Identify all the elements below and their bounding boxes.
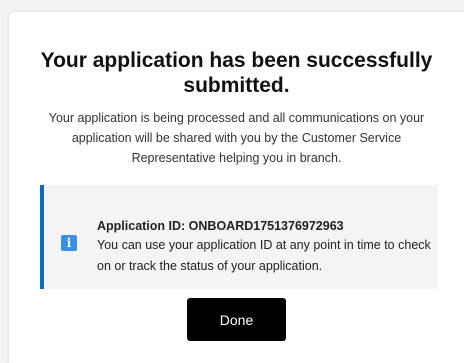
application-id-notice: i Application ID: ONBOARD1751376972963 Y… [40,185,438,289]
done-button[interactable]: Done [187,298,286,341]
dialog-heading: Your application has been successfully s… [40,49,433,97]
dialog-message: Your application is being processed and … [48,111,425,165]
info-icon: i [61,235,77,251]
submission-success-dialog: Your application has been successfully s… [9,12,464,363]
application-id-label: Application ID: ONBOARD1751376972963 [97,219,344,233]
application-id-description: You can use your application ID at any p… [97,238,431,273]
